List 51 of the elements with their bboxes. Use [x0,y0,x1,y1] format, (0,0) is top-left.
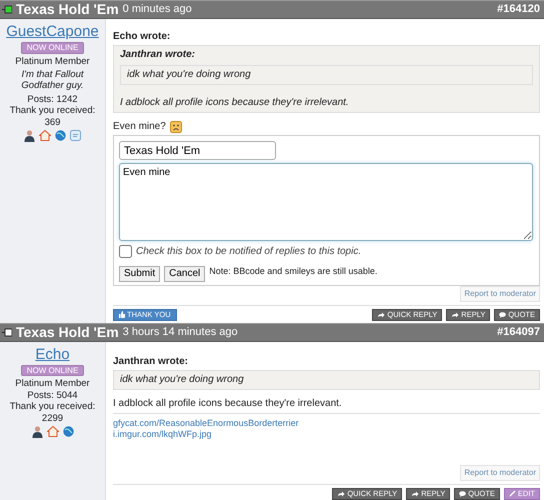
home-icon[interactable] [46,426,58,437]
globe-icon[interactable] [55,130,66,141]
pencil-icon [508,490,516,498]
user-rank: Platinum Member [14,378,91,390]
thanks-count: Thank you received: 2299 [8,401,96,424]
username[interactable]: Echo [35,346,70,364]
post-title: Texas Hold 'Em [16,1,119,18]
message-icon[interactable] [70,130,81,141]
post-text: idk what you're doing wrong [120,374,244,386]
user-signature: I'm that Fallout Godfather guy. [20,68,85,92]
post-time: 0 minutes ago [122,2,192,16]
post-text: I adblock all profile icons because they're irrelevant. [120,97,349,109]
notify-label: Check this box to be notified of replies to this topic. [136,246,362,258]
reply-icon [411,490,420,497]
form-note: Note: BBcode and smileys are still usable. [209,266,378,277]
submit-button[interactable]: Cancel [164,266,206,282]
post-number[interactable]: #164097 [497,326,540,339]
post-count: Posts: 1242 [26,94,79,106]
thumbs-up-icon [119,311,125,318]
quote-author: Janthran wrote: [113,356,190,368]
globe-icon[interactable] [62,426,74,437]
post-title: Texas Hold 'Em [16,324,119,341]
post-text: idk what you're doing wrong [127,69,251,81]
report-link[interactable]: Report to moderator [460,286,540,302]
submit-button[interactable]: Submit [119,266,160,282]
reply-icon [337,490,346,497]
post-number[interactable]: #164120 [497,2,540,16]
report-link[interactable]: Report to moderator [460,465,540,481]
online-badge: NOW ONLINE [20,364,84,376]
post-text: I adblock all profile icons because they're irrelevant. [113,398,342,410]
user-rank: Platinum Member [14,56,91,67]
quote-author: Echo wrote: [113,31,172,43]
post-count: Posts: 5044 [26,390,79,402]
speech-bubble-icon [499,312,506,318]
reply-icon [377,312,386,318]
speech-bubble-icon [459,490,466,497]
home-icon[interactable] [39,130,51,141]
user-icon[interactable] [24,130,35,142]
username[interactable]: GuestCapone [6,23,99,41]
post-time: 3 hours 14 minutes ago [122,326,238,339]
link[interactable]: i.imgur.com/lkqhWFp.jpg [113,428,540,440]
thanks-count: Thank you received: 369 [8,105,96,128]
user-icon[interactable] [32,426,42,438]
reply-icon [451,312,460,318]
message-field[interactable]: Even mine [119,163,533,241]
online-badge: NOW ONLINE [20,42,84,54]
subject-field[interactable]: Texas Hold 'Em [119,141,276,160]
link[interactable]: gfycat.com/ReasonableEnormousBorderterrier [113,418,540,429]
notify-checkbox[interactable] [119,245,132,258]
quote-author: Janthran wrote: [120,49,196,61]
post-text: Even mine? [113,121,166,133]
